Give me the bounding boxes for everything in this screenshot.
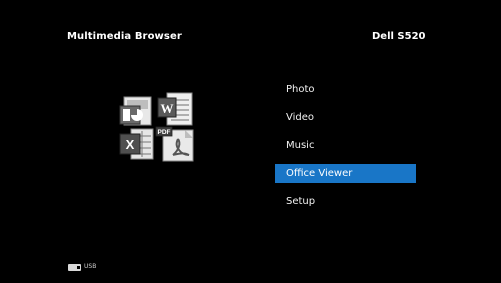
page-title: Multimedia Browser [67,31,182,42]
pdf-document-icon: PDF [155,126,194,162]
svg-text:X: X [126,137,135,152]
menu-item-office-viewer[interactable]: Office Viewer [275,164,416,183]
menu-item-video[interactable]: Video [275,108,416,127]
menu-item-photo[interactable]: Photo [275,80,416,99]
word-document-icon: W [157,92,193,126]
device-model-label: Dell S520 [372,31,426,42]
media-menu: Photo Video Music Office Viewer Setup [275,80,416,220]
menu-item-music[interactable]: Music [275,136,416,155]
office-viewer-icon-cluster: W X PDF [117,90,197,162]
excel-document-icon: X [119,128,154,160]
pdf-tag-text: PDF [158,129,171,136]
svg-text:W: W [161,101,174,116]
source-label: USB [84,263,97,270]
usb-drive-icon [68,264,81,271]
menu-item-setup[interactable]: Setup [275,192,416,211]
powerpoint-document-icon [119,96,152,126]
multimedia-browser-screen: Multimedia Browser Dell S520 W X PDF Pho… [0,0,501,283]
